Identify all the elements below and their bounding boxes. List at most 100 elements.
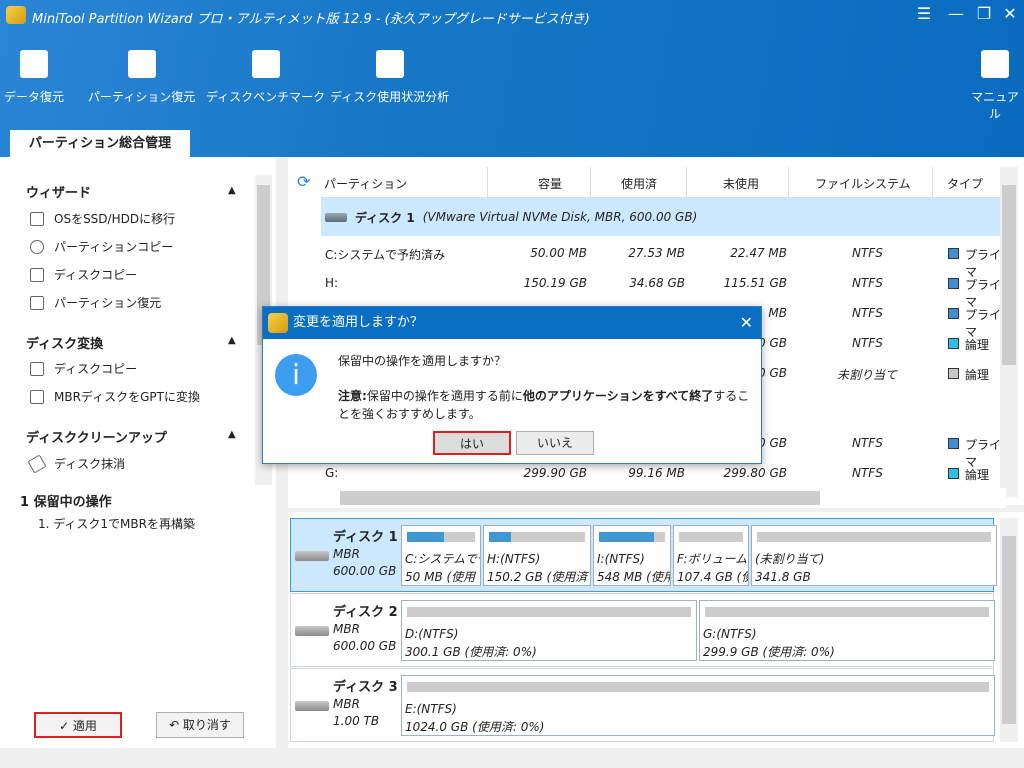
toolbar-space-analyzer[interactable]: ディスク使用状況分析 [330, 50, 449, 105]
item-label: MBRディスクをGPTに変換 [54, 388, 200, 405]
partition-size: 341.8 GB [755, 568, 993, 586]
sidebar-item-wipe-disk[interactable]: ディスク抹消 [30, 455, 125, 472]
used: 34.68 GB [629, 276, 685, 290]
usage-bar [679, 532, 743, 542]
partition-type-icon [948, 368, 959, 379]
usage-fill [489, 532, 511, 542]
disk-2-map[interactable]: ディスク 2MBR600.00 GBD:(NTFS)300.1 GB (使用済:… [290, 593, 994, 667]
section-wizard[interactable]: ウィザード [26, 182, 91, 201]
partition-size: 299.9 GB (使用済: 0%) [703, 643, 991, 661]
toolbar-manual[interactable]: マニュアル [966, 50, 1024, 122]
partition-block[interactable]: H:(NTFS)150.2 GB (使用済 [483, 525, 591, 586]
table-scrollbar[interactable] [1000, 167, 1018, 497]
capacity: 150.19 GB [524, 276, 587, 290]
sidebar-item-mbr-to-gpt[interactable]: MBRディスクをGPTに変換 [30, 388, 200, 405]
map-scrollbar[interactable] [1000, 518, 1018, 742]
partition-copy-icon [30, 240, 44, 254]
toolbar-partition-recovery[interactable]: パーティション復元 [88, 50, 195, 105]
used: 99.16 MB [628, 466, 685, 480]
partition-size: 50 MB (使用 [405, 568, 477, 586]
partition-name: H: [325, 276, 338, 290]
dialog-close-button[interactable]: ✕ [740, 307, 753, 339]
disk-label: ディスク 1MBR600.00 GB [333, 529, 398, 580]
partition-block[interactable]: G:(NTFS)299.9 GB (使用済: 0%) [699, 600, 995, 661]
usage-bar [705, 607, 989, 617]
collapse-icon[interactable]: ▲ [228, 335, 236, 346]
apply-button[interactable]: ✓ 適用 [34, 712, 122, 738]
minimize-button[interactable]: — [942, 4, 970, 23]
disk-size: 1.00 TB [333, 713, 398, 730]
section-disk-convert[interactable]: ディスク変換 [26, 333, 103, 352]
pending-title: 1 保留中の操作 [20, 491, 112, 510]
disk-1-row[interactable]: ディスク 1(VMware Virtual NVMe Disk, MBR, 60… [321, 198, 1001, 236]
sidebar-item-partition-copy[interactable]: パーティションコピー [30, 238, 173, 255]
disk-desc: (VMware Virtual NVMe Disk, MBR, 600.00 G… [423, 210, 698, 224]
col-capacity[interactable]: 容量 [538, 175, 562, 192]
partition-block[interactable]: I:(NTFS)548 MB (使用 [593, 525, 671, 586]
item-label: OSをSSD/HDDに移行 [54, 210, 175, 227]
partition-type-icon [948, 338, 959, 349]
unused: 0 GB [758, 366, 787, 380]
partition-row[interactable]: C:システムで予約済み 50.00 MB 27.53 MB 22.47 MB N… [325, 238, 1005, 268]
unused: MB [768, 306, 787, 320]
scrollbar-thumb[interactable] [1002, 536, 1016, 724]
col-filesystem[interactable]: ファイルシステム [815, 175, 911, 192]
col-unused[interactable]: 未使用 [723, 175, 759, 192]
restore-button[interactable]: ❐ [970, 4, 998, 23]
disk-3-map[interactable]: ディスク 3MBR1.00 TBE:(NTFS)1024.0 GB (使用済: … [290, 668, 994, 742]
partition-block[interactable]: E:(NTFS)1024.0 GB (使用済: 0%) [401, 675, 995, 736]
item-label: ディスク抹消 [54, 455, 125, 472]
table-hscrollbar[interactable] [288, 488, 1006, 508]
section-disk-cleanup[interactable]: ディスククリーンアップ [26, 427, 167, 446]
partition-block[interactable]: C:システムで予50 MB (使用 [401, 525, 481, 586]
partition-block[interactable]: D:(NTFS)300.1 GB (使用済: 0%) [401, 600, 697, 661]
filesystem: NTFS [852, 466, 883, 480]
partition-name: C:システムで予約済み [325, 246, 445, 263]
sidebar-item-disk-copy-2[interactable]: ディスクコピー [30, 360, 137, 377]
toolbar-data-recovery[interactable]: データ復元 [4, 50, 64, 105]
space-analyzer-icon [376, 50, 404, 78]
disk-1-map[interactable]: ディスク 1MBR600.00 GBC:システムで予50 MB (使用H:(NT… [290, 518, 994, 592]
info-icon: i [275, 354, 317, 396]
partition-row[interactable]: H: 150.19 GB 34.68 GB 115.51 GB NTFS プライ… [325, 268, 1005, 298]
partition-label: I:(NTFS) [597, 550, 667, 568]
yes-button[interactable]: はい [433, 431, 511, 455]
sidebar-item-migrate-os[interactable]: OSをSSD/HDDに移行 [30, 210, 175, 227]
hscrollbar-thumb[interactable] [340, 491, 820, 505]
disk-label: ディスク 3MBR1.00 TB [333, 679, 398, 730]
col-type[interactable]: タイプ [947, 175, 983, 192]
migrate-icon [30, 212, 44, 226]
collapse-icon[interactable]: ▲ [228, 429, 236, 440]
capacity: 50.00 MB [530, 246, 587, 260]
collapse-icon[interactable]: ▲ [228, 185, 236, 196]
filesystem: NTFS [852, 246, 883, 260]
sidebar-item-disk-copy[interactable]: ディスクコピー [30, 266, 137, 283]
partition-type: 論理 [965, 366, 989, 383]
partition-label: (未割り当て) [755, 550, 993, 568]
toolbar-disk-benchmark[interactable]: ディスクベンチマーク [206, 50, 325, 105]
pending-item: 1. ディスク1でMBRを再構築 [38, 515, 195, 532]
undo-button[interactable]: ↶ 取り消す [156, 712, 244, 738]
partition-size: 107.4 GB (使 [677, 568, 745, 586]
disk-size: 600.00 GB [333, 638, 398, 655]
tab-partition-management[interactable]: パーティション総合管理 [10, 130, 190, 157]
header-bar: MiniTool Partition Wizard プロ・アルティメット版 12… [0, 0, 1024, 157]
partition-block[interactable]: F:ボリューム(N107.4 GB (使 [673, 525, 749, 586]
partition-type-icon [948, 308, 959, 319]
col-used[interactable]: 使用済 [621, 175, 657, 192]
data-recovery-icon [20, 50, 48, 78]
scrollbar-thumb[interactable] [1002, 185, 1016, 365]
partition-label: C:システムで予 [405, 550, 477, 568]
unused: 0 GB [758, 336, 787, 350]
menu-icon[interactable]: ☰ [910, 4, 938, 23]
col-partition[interactable]: パーティション [324, 175, 407, 192]
no-button[interactable]: いいえ [516, 431, 594, 455]
close-button[interactable]: ✕ [996, 4, 1024, 23]
unused: 0 GB [758, 436, 787, 450]
partition-block[interactable]: (未割り当て)341.8 GB [751, 525, 997, 586]
usage-bar [489, 532, 585, 542]
refresh-icon[interactable]: ⟳ [297, 172, 310, 191]
partition-type-icon [948, 248, 959, 259]
sidebar-item-partition-recovery[interactable]: パーティション復元 [30, 294, 161, 311]
item-label: ディスクコピー [54, 360, 137, 377]
